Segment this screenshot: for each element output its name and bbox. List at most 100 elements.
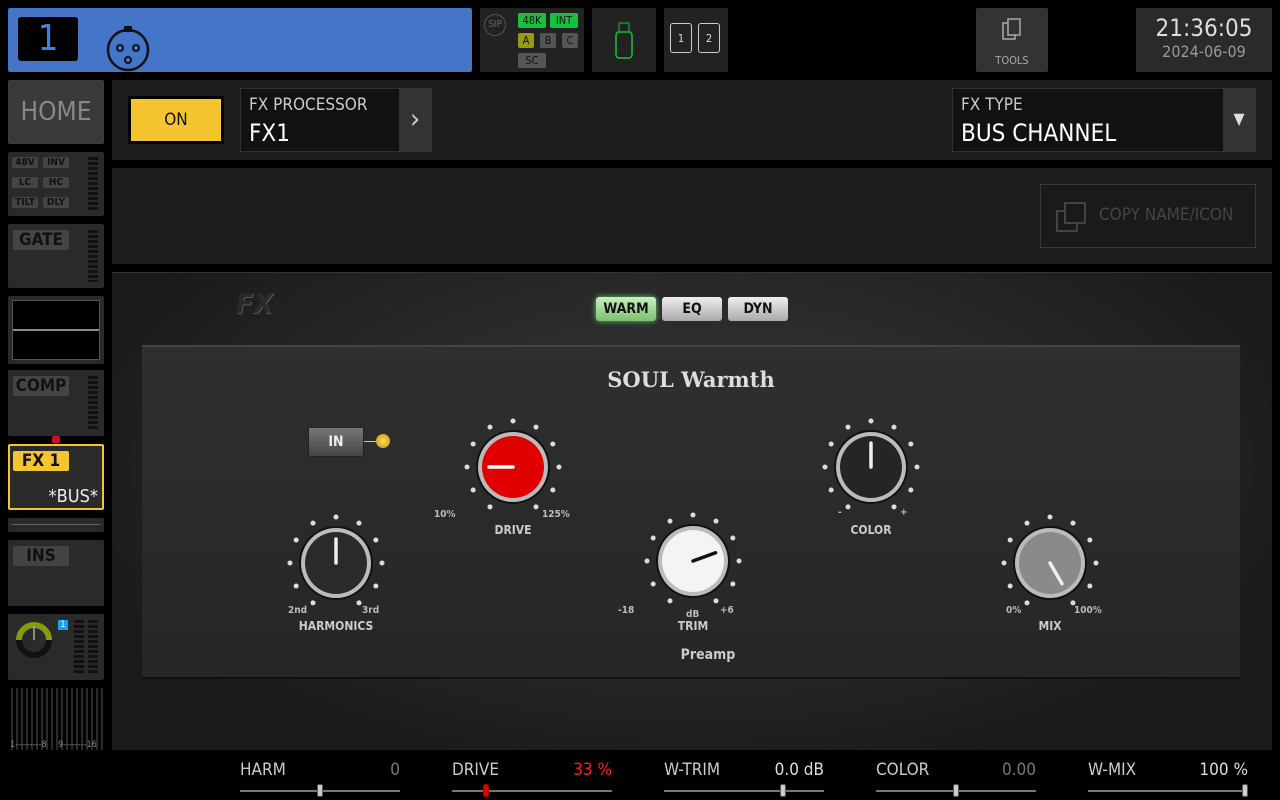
harmonics-min: 2nd (288, 605, 308, 616)
mix-knob[interactable] (1001, 514, 1099, 606)
c-badge: C (562, 33, 578, 48)
color-min: - (838, 507, 842, 518)
insert-point-indicator (52, 436, 60, 443)
date: 2024-06-09 (1162, 42, 1246, 61)
copy-icon (1056, 202, 1086, 232)
trim-max: +6 (720, 605, 734, 616)
mix-min: 0% (1006, 605, 1022, 616)
fx-type-value: BUS CHANNEL (961, 119, 1117, 147)
tab-warm[interactable]: WARM (596, 297, 656, 321)
bank-label: 9--------16 (58, 740, 97, 750)
comp-section[interactable]: COMP (8, 370, 104, 436)
comp-label: COMP (13, 376, 69, 396)
rate-badge: 48K (518, 13, 546, 28)
gate-meter (88, 230, 98, 282)
harmonics-label: HARMONICS (298, 619, 374, 633)
drive-label: DRIVE (494, 523, 532, 537)
lc-badge: LC (12, 177, 38, 188)
param-slider-track[interactable] (664, 790, 824, 792)
tab-dyn[interactable]: DYN (728, 297, 788, 321)
mix-label: MIX (1038, 619, 1062, 633)
gate-section[interactable]: GATE (8, 224, 104, 288)
copy-label: COPY NAME/ICON (1099, 205, 1234, 225)
param-name: W-TRIM (664, 760, 721, 780)
usb-icon (615, 22, 633, 59)
param-w-trim[interactable]: W-TRIM 0.0 dB (664, 760, 824, 797)
gate-label: GATE (13, 230, 69, 250)
drive-knob[interactable] (464, 418, 562, 510)
send-meter (74, 620, 84, 674)
trim-unit: dB (686, 609, 700, 620)
send-section[interactable]: 1 (8, 614, 104, 680)
eq-curve (12, 300, 100, 360)
trim-knob[interactable] (644, 512, 742, 604)
eq-section[interactable] (8, 296, 104, 364)
trim-min: -18 (618, 605, 635, 616)
b-badge: B (540, 33, 556, 48)
param-color[interactable]: COLOR 0.00 (876, 760, 1036, 797)
tilt-badge: TILT (12, 197, 38, 208)
param-name: W-MIX (1088, 760, 1137, 780)
on-button[interactable]: ON (128, 96, 224, 144)
fx1-type: *BUS* (48, 486, 98, 507)
bank-meters[interactable]: 1---------8 9--------16 (8, 688, 104, 750)
home-button[interactable]: HOME (8, 80, 104, 144)
param-slider-thumb[interactable] (953, 784, 959, 797)
tab-eq[interactable]: EQ (662, 297, 722, 321)
send-meter (88, 620, 98, 674)
fx-type-label: FX TYPE (961, 95, 1023, 115)
param-value: 0.00 (1001, 760, 1036, 780)
harmonics-max: 3rd (362, 605, 380, 616)
param-value: 100 % (1199, 760, 1248, 780)
tools-button[interactable]: TOOLS (976, 8, 1048, 72)
fx-processor-value: FX1 (249, 119, 290, 147)
plugin-faceplate: SOUL Warmth IN Preamp HARMONICS 2nd 3rd … (142, 345, 1240, 679)
card-slots[interactable]: 1 2 (664, 8, 728, 72)
channel-number: 1 (18, 17, 78, 61)
ins-section[interactable]: INS (8, 540, 104, 606)
usb-button[interactable] (592, 8, 656, 72)
fader-strip[interactable] (8, 518, 104, 532)
channel-selector[interactable]: 1 (8, 8, 472, 72)
copy-name-icon-button[interactable]: COPY NAME/ICON (1040, 184, 1256, 248)
48v-badge: 48V (12, 157, 38, 168)
param-slider-thumb[interactable] (317, 784, 323, 797)
param-name: COLOR (876, 760, 930, 780)
param-drive[interactable]: DRIVE 33 % (452, 760, 612, 797)
color-knob[interactable] (822, 418, 920, 510)
sc-badge: SC (518, 53, 546, 68)
param-w-mix[interactable]: W-MIX 100 % (1088, 760, 1248, 797)
param-slider-thumb[interactable] (1242, 784, 1248, 797)
fx-processor-select[interactable]: FX PROCESSOR FX1 › (240, 88, 432, 152)
card-slot-2: 2 (698, 23, 720, 53)
chevron-right-icon[interactable]: › (399, 89, 431, 151)
param-slider-thumb[interactable] (482, 784, 489, 797)
ins-label: INS (13, 546, 69, 566)
param-value: 0.0 dB (774, 760, 824, 780)
chevron-down-icon[interactable]: ▼ (1223, 89, 1255, 151)
documents-icon (1002, 18, 1021, 40)
drive-max: 125% (542, 509, 570, 520)
level-meter (88, 157, 98, 211)
bank-label: 1---------8 (10, 740, 47, 750)
color-label: COLOR (850, 523, 892, 537)
param-harm[interactable]: HARM 0 (240, 760, 400, 797)
param-slider-track[interactable] (452, 790, 612, 792)
fx-type-select[interactable]: FX TYPE BUS CHANNEL ▼ (952, 88, 1256, 152)
param-slider-thumb[interactable] (779, 784, 786, 797)
fx1-section[interactable]: FX 1 *BUS* (8, 444, 104, 510)
sync-status[interactable]: SIP 48K INT A B C SC (480, 8, 584, 72)
param-slider-track[interactable] (1088, 790, 1248, 792)
on-label: ON (131, 99, 221, 141)
pan-knob-icon (16, 622, 52, 658)
mix-max: 100% (1074, 605, 1102, 616)
time: 21:36:05 (1155, 14, 1253, 42)
fx1-label: FX 1 (13, 451, 69, 471)
send-badge: 1 (58, 620, 68, 630)
card-slot-1: 1 (670, 23, 692, 53)
fx-toolbar: ON FX PROCESSOR FX1 › FX TYPE BUS CHANNE… (112, 80, 1272, 160)
harmonics-knob[interactable] (287, 514, 385, 606)
name-bar: COPY NAME/ICON (112, 168, 1272, 264)
color-max: + (900, 507, 908, 518)
preamp-section[interactable]: 48V INV LC HC TILT DLY (8, 152, 104, 216)
